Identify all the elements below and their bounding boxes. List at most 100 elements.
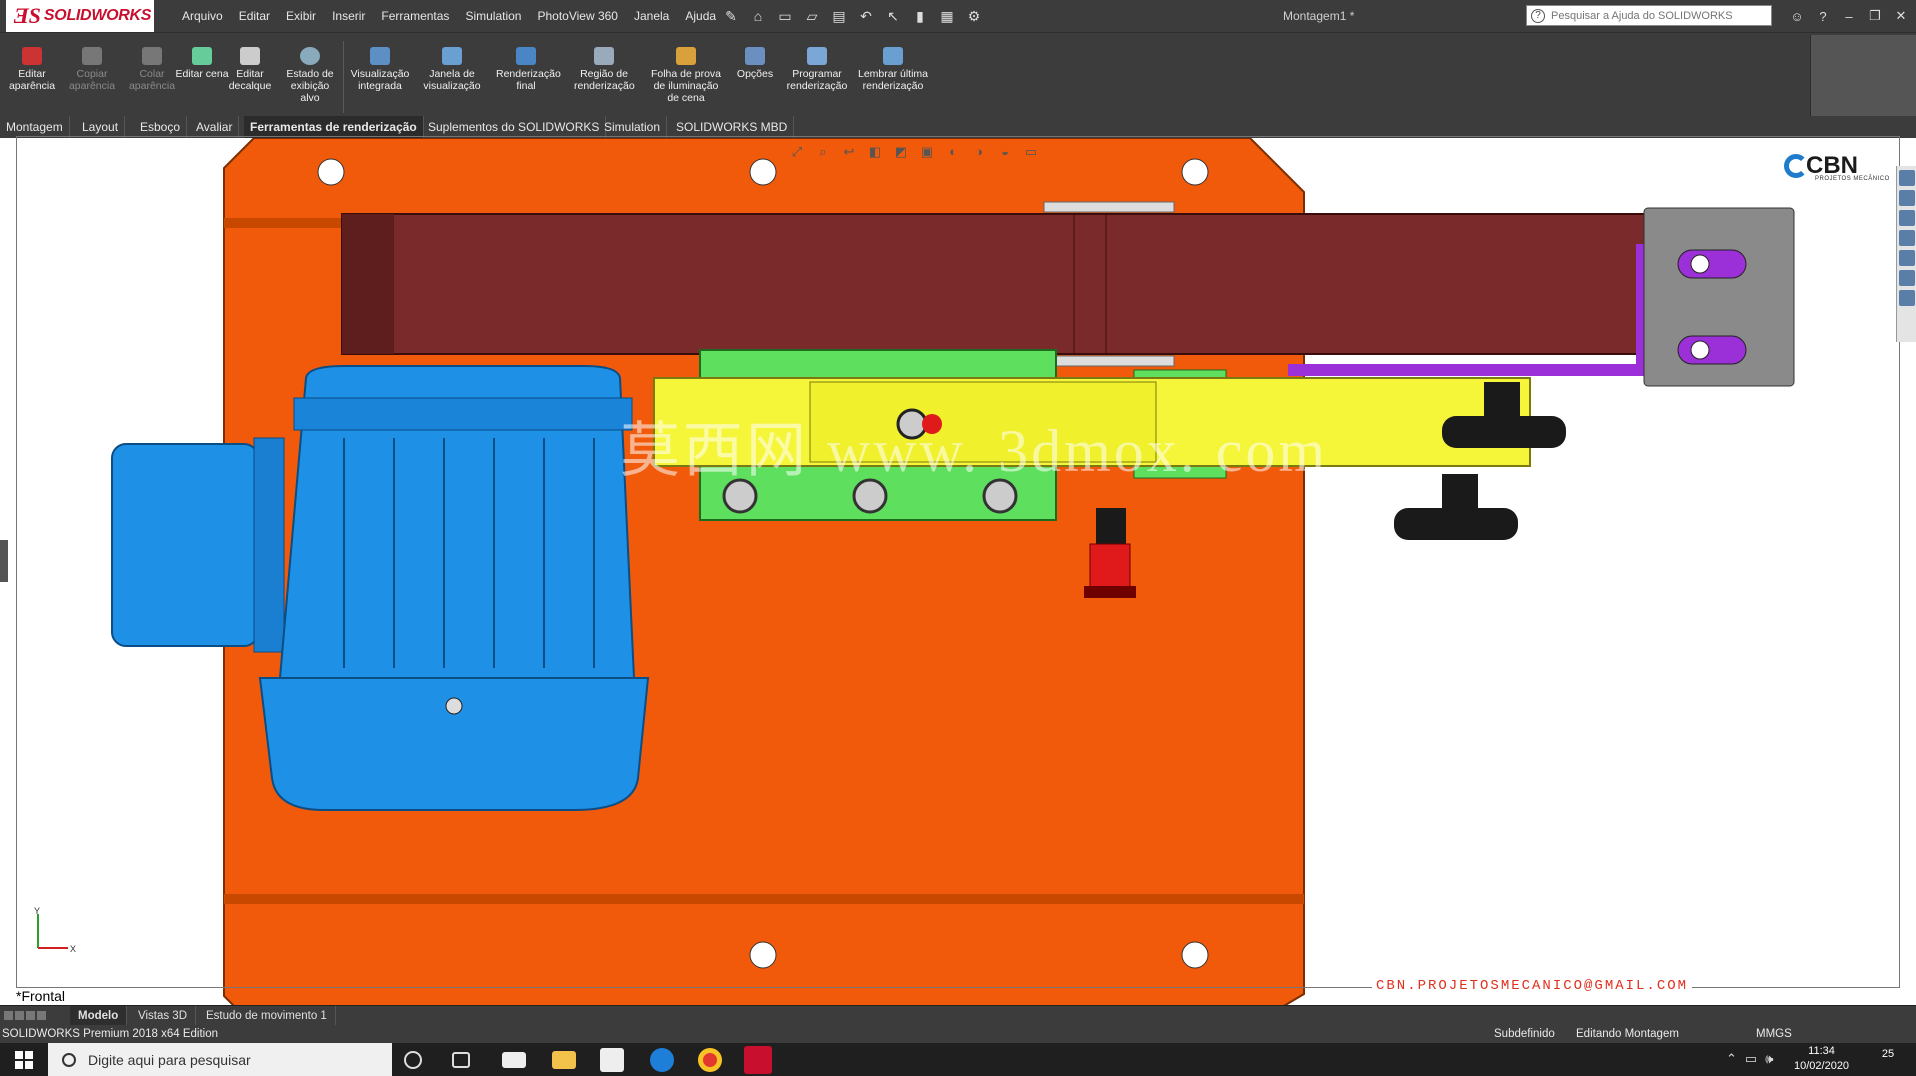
home-icon[interactable]: ⌂ (747, 5, 769, 27)
close-icon[interactable]: ✕ (1890, 8, 1912, 24)
undo-icon[interactable]: ↶ (855, 5, 877, 27)
menu-janela[interactable]: Janela (626, 0, 677, 32)
question-icon: ? (1531, 8, 1545, 23)
first-tab-icon[interactable] (4, 1011, 13, 1020)
new-file-icon[interactable]: ▭ (774, 5, 796, 27)
help-search-input[interactable] (1551, 9, 1751, 22)
zoom-fit-icon[interactable]: ⤢ (788, 144, 806, 162)
file-explorer-icon[interactable] (1899, 230, 1915, 246)
user-icon[interactable]: ☺ (1786, 9, 1808, 24)
next-tab-icon[interactable] (26, 1011, 35, 1020)
options-gear-icon[interactable]: ⚙ (963, 5, 985, 27)
final-render-button[interactable]: Renderização final (496, 47, 561, 92)
volume-icon[interactable]: 🕪 (1765, 1051, 1773, 1067)
menu-arquivo[interactable]: Arquivo (174, 0, 231, 32)
integrated-preview-button[interactable]: Visualização integrada (350, 47, 410, 92)
display-state-button[interactable]: Estado de exibição alvo (280, 47, 340, 104)
store-icon[interactable] (600, 1048, 624, 1072)
tab-esboco[interactable]: Esboço (134, 116, 188, 138)
clock[interactable]: 11:34 10/02/2020 (1794, 1044, 1849, 1074)
hide-show-icon[interactable]: ◐ (944, 144, 962, 162)
menu-photoview[interactable]: PhotoView 360 (529, 0, 626, 32)
copy-appearance-button[interactable]: Copiar aparência (62, 47, 122, 92)
custom-properties-icon[interactable] (1899, 270, 1915, 286)
units-selector[interactable]: MMGS (1756, 1025, 1792, 1043)
section-view-icon[interactable]: ◧ (866, 144, 884, 162)
tab-ferramentas-renderizacao[interactable]: Ferramentas de renderização (244, 116, 424, 138)
view-settings-icon[interactable]: ▭ (1022, 144, 1040, 162)
schedule-render-button[interactable]: Programar renderização (784, 47, 850, 92)
prev-tab-icon[interactable] (15, 1011, 24, 1020)
render-region-button[interactable]: Região de renderização (574, 47, 635, 92)
last-tab-icon[interactable] (37, 1011, 46, 1020)
tab-scroll-arrows[interactable] (4, 1011, 46, 1020)
tab-suplementos[interactable]: Suplementos do SOLIDWORKS (422, 116, 607, 138)
appearances-icon[interactable] (1899, 250, 1915, 266)
mail-icon[interactable] (502, 1052, 526, 1068)
grey-clamp-block[interactable] (1643, 207, 1795, 387)
solidworks-logo[interactable]: ƎS SOLIDWORKS (6, 0, 154, 32)
help-search-box[interactable]: ? (1526, 5, 1772, 26)
edge-icon[interactable] (650, 1048, 674, 1072)
assembly-drawing (111, 138, 1795, 1007)
purple-bottom-bar[interactable] (1288, 364, 1644, 376)
select-arrow-icon[interactable]: ↖ (882, 5, 904, 27)
cbn-logo-icon (1784, 154, 1808, 178)
network-icon[interactable]: ▭ (1745, 1051, 1757, 1067)
purple-tension-bar[interactable] (1636, 244, 1644, 374)
resources-icon[interactable] (1899, 190, 1915, 206)
options-button[interactable]: Opções (726, 47, 784, 80)
tab-vistas-3d[interactable]: Vistas 3D (130, 1006, 197, 1026)
restore-icon[interactable]: ❐ (1864, 8, 1886, 24)
feature-tree-handle[interactable] (0, 540, 8, 582)
tab-solidworks-mbd[interactable]: SOLIDWORKS MBD (670, 116, 795, 138)
lighting-proof-button[interactable]: Folha de prova de iluminação de cena (650, 47, 722, 104)
tab-motion-study[interactable]: Estudo de movimento 1 (198, 1006, 336, 1026)
sanding-belt[interactable] (341, 201, 1651, 367)
zoom-area-icon[interactable]: ⌕ (814, 144, 832, 162)
edit-decal-button[interactable]: Editar decalque (220, 47, 280, 92)
traffic-light-icon[interactable]: ▮ (909, 5, 931, 27)
tab-avaliar[interactable]: Avaliar (190, 116, 240, 138)
display-style-icon[interactable]: ▣ (918, 144, 936, 162)
tab-montagem[interactable]: Montagem (0, 116, 70, 138)
tray-chevron-icon[interactable]: ⌃ (1726, 1051, 1737, 1067)
help-icon[interactable]: ? (1812, 9, 1834, 24)
notifications-button[interactable]: 25 (1876, 1048, 1900, 1070)
menu-exibir[interactable]: Exibir (278, 0, 324, 32)
open-folder-icon[interactable]: ▱ (801, 5, 823, 27)
chrome-icon[interactable] (698, 1048, 722, 1072)
recall-last-render-button[interactable]: Lembrar última renderização (856, 47, 930, 92)
menu-ajuda[interactable]: Ajuda (677, 0, 724, 32)
black-knob-lower[interactable] (1394, 474, 1518, 540)
tab-modelo[interactable]: Modelo (70, 1006, 128, 1026)
minimize-icon[interactable]: – (1838, 9, 1860, 24)
taskbar-search[interactable]: Digite aqui para pesquisar (48, 1043, 392, 1076)
menu-simulation[interactable]: Simulation (457, 0, 529, 32)
electric-motor[interactable] (111, 365, 650, 811)
menu-inserir[interactable]: Inserir (324, 0, 373, 32)
rebuild-icon[interactable]: ▦ (936, 5, 958, 27)
preview-window-button[interactable]: Janela de visualização (422, 47, 482, 92)
render-teapot-icon (516, 47, 536, 65)
tab-layout[interactable]: Layout (76, 116, 126, 138)
print-icon[interactable]: ▤ (828, 5, 850, 27)
forum-icon[interactable] (1899, 290, 1915, 306)
design-library-icon[interactable] (1899, 210, 1915, 226)
solidworks-2018-icon[interactable] (744, 1046, 772, 1074)
edit-appearance-icon[interactable]: ◑ (970, 144, 988, 162)
tab-simulation[interactable]: Simulation (598, 116, 668, 138)
menu-editar[interactable]: Editar (231, 0, 278, 32)
pin-icon[interactable]: ✎ (720, 5, 742, 27)
previous-view-icon[interactable]: ↩ (840, 144, 858, 162)
edit-appearance-button[interactable]: Editar aparência (2, 47, 62, 92)
task-view-icon[interactable] (452, 1052, 470, 1068)
view-orientation-icon[interactable]: ◩ (892, 144, 910, 162)
graphics-area[interactable]: 莫西网 www. 3dmox. com (14, 138, 1900, 1007)
home-icon[interactable] (1899, 170, 1915, 186)
menu-ferramentas[interactable]: Ferramentas (373, 0, 457, 32)
file-explorer-icon[interactable] (552, 1051, 576, 1069)
start-button[interactable] (0, 1043, 48, 1076)
cortana-icon[interactable] (404, 1051, 422, 1069)
apply-scene-icon[interactable]: ◒ (996, 144, 1014, 162)
